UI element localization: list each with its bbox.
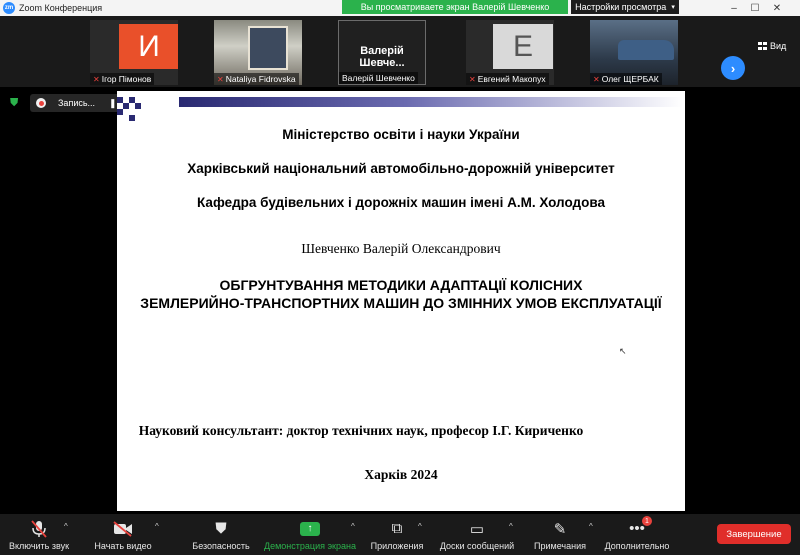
- whiteboards-label: Доски сообщений: [439, 540, 515, 551]
- start-video-label: Начать видео: [94, 540, 152, 551]
- annotate-icon: ✎: [553, 520, 567, 538]
- recording-label: Запись...: [58, 98, 96, 108]
- apps-button[interactable]: ⧉ Приложения: [366, 514, 428, 555]
- more-button[interactable]: ••• Дополнительно: [600, 514, 674, 555]
- presentation-slide: Міністерство освіти і науки України Харк…: [117, 91, 685, 511]
- university-line: Харківський національний автомобільно-до…: [187, 161, 615, 176]
- end-meeting-button[interactable]: Завершение: [717, 524, 791, 544]
- view-settings-button[interactable]: Настройки просмотра ▾: [571, 0, 679, 14]
- share-screen-icon-wrap: ↑: [300, 519, 320, 539]
- zoom-logo-icon: zm: [3, 2, 15, 14]
- participant-name-text: Nataliya Fidrovska: [225, 74, 296, 84]
- notification-badge: 1: [642, 516, 652, 526]
- video-feed-image: [618, 40, 674, 60]
- share-options-caret[interactable]: ^: [351, 522, 355, 531]
- view-button[interactable]: Вид: [758, 41, 786, 51]
- shield-icon[interactable]: ⛊: [10, 97, 21, 109]
- participant-tile[interactable]: И ✕ Ігор Пімонов: [90, 20, 178, 85]
- participant-name: Валерій Шевченко: [339, 72, 418, 84]
- record-icon: [36, 98, 46, 108]
- slide-decor-square: [135, 103, 141, 109]
- participant-tile[interactable]: ✕ Олег ЩЕРБАК: [590, 20, 678, 85]
- grid-view-icon: [758, 42, 767, 50]
- window-title: Zoom Конференция: [19, 3, 103, 13]
- department-line: Кафедра будівельних і дорожніх машин іме…: [197, 195, 605, 210]
- apps-label: Приложения: [370, 540, 424, 551]
- annotate-label: Примечания: [534, 540, 586, 551]
- participant-tile[interactable]: E ✕ Евгений Макопух: [466, 20, 554, 85]
- chevron-down-icon: ▾: [671, 4, 675, 11]
- start-video-button[interactable]: Начать видео: [88, 514, 158, 555]
- whiteboard-icon: ▭: [469, 520, 485, 538]
- video-off-icon: [113, 519, 133, 539]
- next-page-button[interactable]: ›: [721, 56, 745, 80]
- video-feed-image: [248, 26, 288, 70]
- mic-muted-icon: ✕: [217, 74, 224, 84]
- participant-tile[interactable]: ✕ Nataliya Fidrovska: [214, 20, 302, 85]
- slide-decor-square: [123, 103, 129, 109]
- whiteboards-button[interactable]: ▭ Доски сообщений: [436, 514, 518, 555]
- share-screen-button[interactable]: ↑ Демонстрация экрана: [262, 514, 358, 555]
- unmute-button[interactable]: Включить звук: [4, 514, 74, 555]
- participant-tile[interactable]: Валерій Шевче... Валерій Шевченко: [338, 20, 426, 85]
- whiteboards-options-caret[interactable]: ^: [509, 522, 513, 531]
- avatar: И: [119, 24, 178, 69]
- participant-name-text: Олег ЩЕРБАК: [601, 74, 659, 84]
- share-screen-label: Демонстрация экрана: [264, 540, 356, 551]
- slide-decor-square: [129, 115, 135, 121]
- avatar: E: [493, 24, 553, 69]
- participant-name: ✕ Евгений Макопух: [466, 73, 549, 85]
- mic-muted-icon: ✕: [93, 74, 100, 84]
- unmute-label: Включить звук: [8, 540, 70, 551]
- mic-muted-icon: ✕: [469, 74, 476, 84]
- more-label: Дополнительно: [604, 540, 670, 551]
- audio-options-caret[interactable]: ^: [64, 522, 68, 531]
- apps-icon: ⧉: [391, 520, 403, 537]
- author-line: Шевченко Валерій Олександрович: [301, 241, 501, 256]
- maximize-icon[interactable]: ☐: [746, 0, 764, 16]
- view-settings-label: Настройки просмотра: [575, 2, 667, 12]
- mic-muted-icon: ✕: [593, 74, 600, 84]
- slide-title-line-1: ОБГРУНТУВАННЯ МЕТОДИКИ АДАПТАЦІЇ КОЛІСНИ…: [219, 277, 583, 293]
- participant-big-name: Валерій Шевче...: [359, 45, 405, 69]
- meeting-toolbar: Включить звук ^ Начать видео ^ ⛊ Безопас…: [0, 514, 800, 555]
- participant-name-text: Евгений Макопух: [477, 74, 546, 84]
- slide-header-bar: [179, 97, 683, 107]
- apps-options-caret[interactable]: ^: [418, 522, 422, 531]
- consultant-line: Науковий консультант: доктор технічних н…: [138, 423, 584, 438]
- share-banner: Вы просматриваете экран Валерій Шевченко: [342, 0, 568, 14]
- view-label: Вид: [770, 41, 787, 51]
- participant-name-text: Ігор Пімонов: [101, 74, 152, 84]
- mouse-cursor-icon: ↖: [619, 346, 627, 356]
- annotate-button[interactable]: ✎ Примечания: [528, 514, 592, 555]
- participant-name: ✕ Ігор Пімонов: [90, 73, 155, 85]
- shield-icon: ⛊: [215, 520, 227, 537]
- slide-decor-square: [117, 109, 123, 115]
- slide-title-line-2: ЗЕМЛЕРИЙНО-ТРАНСПОРТНИХ МАШИН ДО ЗМІННИХ…: [140, 295, 662, 311]
- participant-name: ✕ Олег ЩЕРБАК: [590, 73, 662, 85]
- video-options-caret[interactable]: ^: [155, 522, 159, 531]
- security-button[interactable]: ⛊ Безопасность: [188, 514, 254, 555]
- city-year-line: Харків 2024: [364, 467, 438, 482]
- participant-name: ✕ Nataliya Fidrovska: [214, 73, 299, 85]
- ministry-line: Міністерство освіти і науки України: [282, 127, 520, 142]
- participant-gallery: И ✕ Ігор Пімонов ✕ Nataliya Fidrovska Ва…: [0, 16, 800, 87]
- minimize-icon[interactable]: –: [725, 0, 743, 16]
- security-label: Безопасность: [192, 540, 250, 551]
- share-screen-icon: ↑: [300, 521, 320, 536]
- mic-off-icon: [31, 519, 47, 539]
- close-icon[interactable]: ✕: [768, 0, 786, 16]
- annotate-options-caret[interactable]: ^: [589, 522, 593, 531]
- participant-name-text: Валерій Шевченко: [342, 73, 415, 83]
